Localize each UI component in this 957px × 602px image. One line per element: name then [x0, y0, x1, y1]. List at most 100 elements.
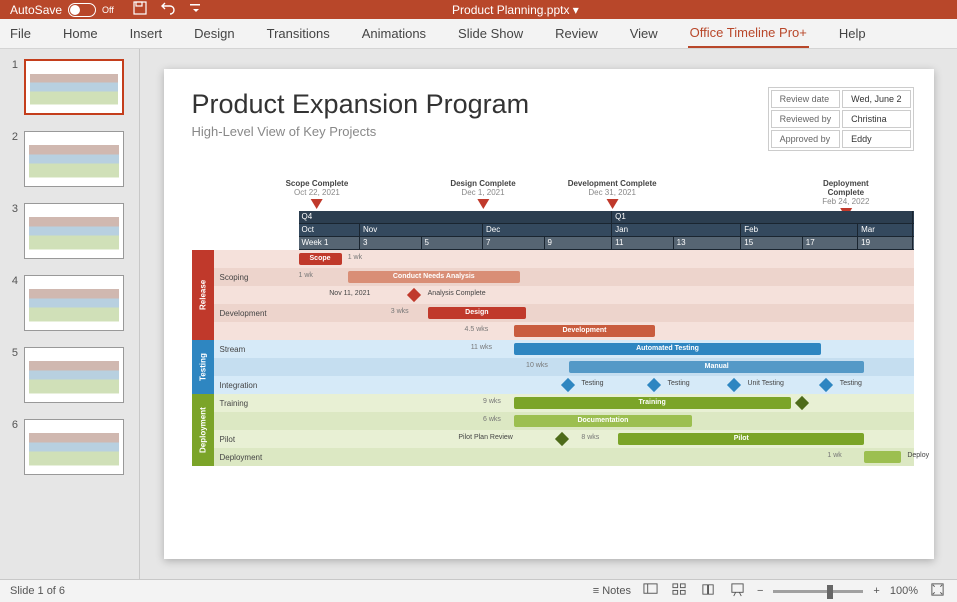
timescale-cell: Q4 — [299, 211, 613, 223]
save-icon[interactable] — [132, 0, 148, 19]
zoom-slider[interactable] — [773, 590, 863, 593]
meta-key: Review date — [771, 90, 841, 108]
task-bar: Conduct Needs Analysis — [348, 271, 520, 283]
thumb-number: 1 — [6, 59, 18, 115]
thumb-number: 4 — [6, 275, 18, 331]
timescale-cell: 9 — [545, 237, 613, 249]
task-bar: Manual — [569, 361, 864, 373]
customize-qat-icon[interactable] — [188, 0, 204, 19]
timescale-cell: 19 — [858, 237, 913, 249]
tab-review[interactable]: Review — [553, 20, 600, 47]
slide-canvas[interactable]: Product Expansion Program High-Level Vie… — [164, 69, 934, 559]
task-text: Nov 11, 2021 — [329, 290, 370, 297]
tab-insert[interactable]: Insert — [128, 20, 165, 47]
duration-label: 4.5 wks — [465, 326, 489, 333]
lane-deployment: DeploymentTraining9 wksTraining6 wksDocu… — [192, 394, 914, 466]
lane-row: PilotPilot Plan Review8 wksPilot — [214, 430, 914, 448]
reading-view-icon[interactable] — [699, 580, 718, 602]
slide-thumbnail-1[interactable] — [24, 59, 124, 115]
slide-thumbnail-2[interactable] — [24, 131, 124, 187]
swimlanes: ReleaseScope1 wkScoping1 wkConduct Needs… — [192, 250, 914, 539]
duration-label: 1 wk — [827, 452, 841, 459]
zoom-out-button[interactable]: − — [757, 585, 763, 597]
normal-view-icon[interactable] — [641, 580, 660, 602]
task-bar: Pilot — [618, 433, 864, 445]
ribbon-tabs: File Home Insert Design Transitions Animation… — [0, 19, 957, 49]
zoom-level: 100% — [890, 585, 918, 597]
row-label: Pilot — [214, 435, 299, 444]
milestone-markers: Scope CompleteOct 22, 2021Design Complet… — [299, 179, 914, 203]
lane-testing: TestingStream11 wksAutomated Testing10 w… — [192, 340, 914, 394]
slide-thumbnail-6[interactable] — [24, 419, 124, 475]
lane-row: 4.5 wksDevelopment — [214, 322, 914, 340]
task-text: Analysis Complete — [428, 290, 486, 297]
autosave-toggle[interactable]: AutoSave Off — [10, 3, 114, 17]
lane-row: 6 wksDocumentation — [214, 412, 914, 430]
fit-to-window-icon[interactable] — [928, 580, 947, 602]
slide-canvas-wrap: Product Expansion Program High-Level Vie… — [140, 49, 957, 579]
lane-row: Scope1 wk — [214, 250, 914, 268]
slide-thumbnail-4[interactable] — [24, 275, 124, 331]
tab-office-timeline-pro-[interactable]: Office Timeline Pro+ — [688, 19, 809, 48]
task-text: Testing — [840, 380, 862, 387]
tab-design[interactable]: Design — [192, 20, 236, 47]
status-bar: Slide 1 of 6 ≡ Notes − + 100% — [0, 579, 957, 602]
milestone-marker: Scope CompleteOct 22, 2021 — [286, 179, 349, 209]
milestone-diamond — [727, 378, 741, 392]
timescale-cell: Oct — [299, 224, 361, 236]
thumb-number: 5 — [6, 347, 18, 403]
timescale-cell: Nov — [360, 224, 483, 236]
slide-title: Product Expansion Program — [192, 89, 530, 120]
timescale-cell: 7 — [483, 237, 545, 249]
lane-label: Deployment — [192, 394, 214, 466]
milestone-diamond — [407, 288, 421, 302]
tab-help[interactable]: Help — [837, 20, 868, 47]
task-bar: Scope — [299, 253, 342, 265]
tab-view[interactable]: View — [628, 20, 660, 47]
timescale-cell: Dec — [483, 224, 612, 236]
thumb-number: 3 — [6, 203, 18, 259]
row-label: Stream — [214, 345, 299, 354]
milestone-diamond — [555, 432, 569, 446]
main-area: 123456 Product Expansion Program High-Le… — [0, 49, 957, 579]
milestone-marker: Development CompleteDec 31, 2021 — [568, 179, 657, 209]
sorter-view-icon[interactable] — [670, 580, 689, 602]
meta-value: Christina — [842, 110, 910, 128]
timescale-weeks: Week 135791113151719 — [299, 237, 914, 250]
meta-table: Review dateWed, June 2Reviewed byChristi… — [768, 87, 914, 151]
duration-label: 9 wks — [483, 398, 501, 405]
autosave-label: AutoSave — [10, 3, 62, 17]
timescale-cell: Q1 — [612, 211, 913, 223]
meta-key: Approved by — [771, 130, 841, 148]
lane-row: Training9 wksTraining — [214, 394, 914, 412]
timescale: Q4Q1OctNovDecJanFebMarWeek 1357911131517… — [299, 211, 914, 250]
duration-label: 8 wks — [581, 434, 599, 441]
tab-file[interactable]: File — [8, 20, 33, 47]
timescale-cell: 13 — [674, 237, 742, 249]
tab-transitions[interactable]: Transitions — [265, 20, 332, 47]
row-label: Deployment — [214, 453, 299, 462]
zoom-in-button[interactable]: + — [873, 585, 879, 597]
slide-thumbnail-3[interactable] — [24, 203, 124, 259]
tab-slide-show[interactable]: Slide Show — [456, 20, 525, 47]
undo-icon[interactable] — [160, 0, 176, 19]
timescale-cell: 11 — [612, 237, 674, 249]
slide-thumbnail-5[interactable] — [24, 347, 124, 403]
timescale-cell: Feb — [741, 224, 858, 236]
task-text: Testing — [581, 380, 603, 387]
tab-animations[interactable]: Animations — [360, 20, 428, 47]
slide-counter: Slide 1 of 6 — [10, 585, 65, 597]
timescale-cell: Mar — [858, 224, 913, 236]
notes-button[interactable]: ≡ Notes — [593, 585, 631, 597]
task-text: Unit Testing — [747, 380, 783, 387]
lane-row: IntegrationTestingTestingUnit TestingTes… — [214, 376, 914, 394]
tab-home[interactable]: Home — [61, 20, 100, 47]
lane-release: ReleaseScope1 wkScoping1 wkConduct Needs… — [192, 250, 914, 340]
title-bar: AutoSave Off Product Planning.pptx ▾ — [0, 0, 957, 19]
meta-key: Reviewed by — [771, 110, 841, 128]
duration-label: 11 wks — [471, 344, 492, 351]
duration-label: 3 wks — [391, 308, 409, 315]
timescale-cell: 5 — [422, 237, 484, 249]
task-bar: Training — [514, 397, 791, 409]
slideshow-view-icon[interactable] — [728, 580, 747, 602]
